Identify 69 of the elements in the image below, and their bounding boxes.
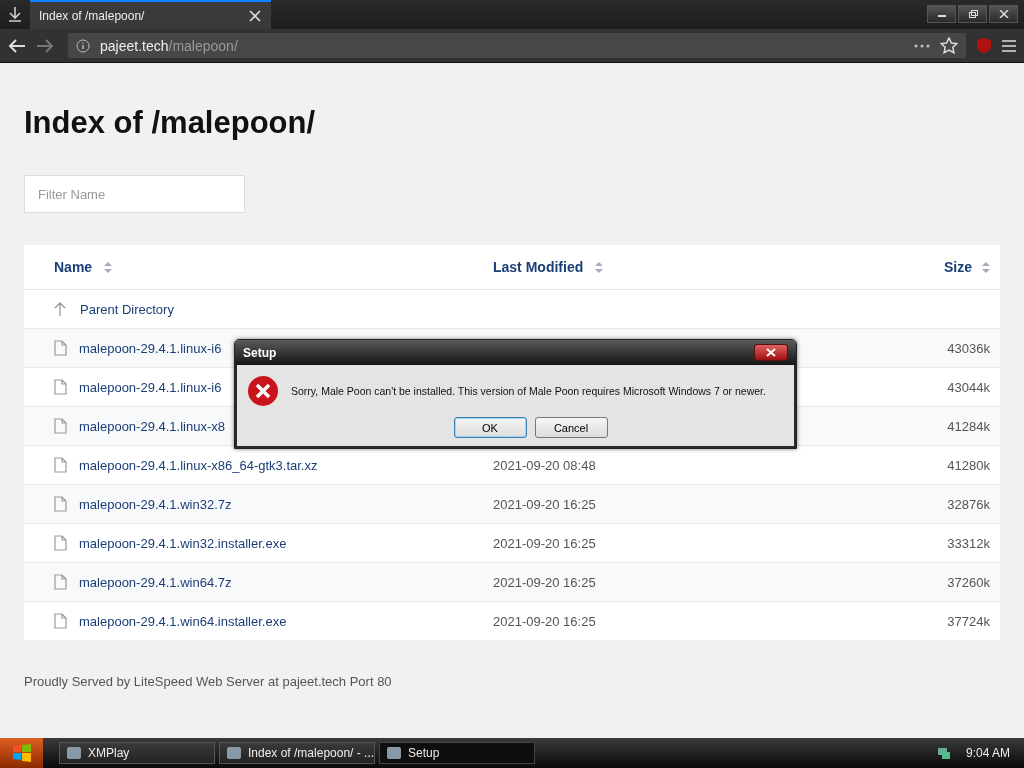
up-arrow-icon [54,301,68,317]
app-icon [386,745,402,761]
file-link[interactable]: malepoon-29.4.1.linux-x8 [79,418,225,434]
file-link[interactable]: malepoon-29.4.1.linux-i6 [79,340,222,356]
file-link[interactable]: malepoon-29.4.1.win64.installer.exe [79,613,287,629]
dialog-button[interactable]: OK [453,417,527,438]
modified-date: 2021-09-20 16:25 [493,496,596,512]
file-icon [54,340,67,356]
network-icon[interactable] [935,745,952,761]
download-icon[interactable] [7,6,23,22]
close-button[interactable] [754,344,788,361]
modified-date: 2021-09-20 16:25 [493,535,596,551]
start-button[interactable] [0,738,43,768]
dialog-message: Sorry, Male Poon can't be installed. This version of Male Poon requires Microsoft Windows 7 or newer. [291,385,766,397]
file-icon [54,418,67,434]
info-icon[interactable] [76,38,90,53]
dialog-title: Setup [243,345,277,360]
close-icon [998,10,1009,18]
taskbar-item[interactable]: Setup [379,742,535,764]
menu-icon[interactable] [1002,39,1016,52]
filter-field[interactable]: Filter Name [24,175,245,213]
file-icon [54,535,67,551]
modified-date: 2021-09-20 08:48 [493,457,596,473]
close-icon [766,348,776,357]
back-icon[interactable] [8,37,26,54]
address-bar[interactable]: pajeet.tech/malepoon/ [68,33,966,58]
close-icon[interactable] [249,9,261,22]
file-icon [54,574,67,590]
file-size: 32876k [947,496,990,512]
app-icon [226,745,242,761]
column-header[interactable]: Name [54,259,93,275]
file-icon [54,379,67,395]
column-header[interactable]: Last Modified [493,259,584,275]
file-icon [54,457,67,473]
file-size: 37260k [947,574,990,590]
more-icon[interactable] [914,43,930,48]
server-footer: Proudly Served by LiteSpeed Web Server at pajeet.tech Port 80 [24,674,1000,689]
app-icon [66,745,82,761]
file-icon [54,613,67,629]
file-size: 41284k [947,418,990,434]
dialog-button[interactable]: Cancel [534,417,608,438]
file-link[interactable]: malepoon-29.4.1.win32.7z [79,496,232,512]
file-link[interactable]: malepoon-29.4.1.win32.installer.exe [79,535,287,551]
browser-tab[interactable]: Index of /malepoon/ [30,0,271,29]
close-window-button[interactable] [989,5,1018,23]
file-link[interactable]: Parent Directory [80,301,174,317]
file-size: 33312k [947,535,990,551]
restore-icon [967,10,978,18]
page-heading: Index of /malepoon/ [24,105,317,141]
restore-button[interactable] [958,5,987,23]
file-link[interactable]: malepoon-29.4.1.linux-x86_64-gtk3.tar.xz [79,457,318,473]
file-link[interactable]: malepoon-29.4.1.win64.7z [79,574,232,590]
file-icon [54,496,67,512]
column-header[interactable]: Size [944,259,972,275]
file-size: 41280k [947,457,990,473]
error-icon [247,375,279,407]
clock[interactable]: 9:04 AM [965,746,1010,760]
minimize-button[interactable] [927,5,956,23]
file-size: 43044k [947,379,990,395]
file-link[interactable]: malepoon-29.4.1.linux-i6 [79,379,222,395]
forward-icon[interactable] [36,37,54,54]
taskbar-item[interactable]: Index of /malepoon/ - ... [219,742,375,764]
file-size: 43036k [947,340,990,356]
taskbar-item[interactable]: XMPlay [59,742,215,764]
star-icon[interactable] [940,37,958,54]
file-size: 37724k [947,613,990,629]
modified-date: 2021-09-20 16:25 [493,574,596,590]
windows-logo-icon [11,744,32,762]
modified-date: 2021-09-20 16:25 [493,613,596,629]
